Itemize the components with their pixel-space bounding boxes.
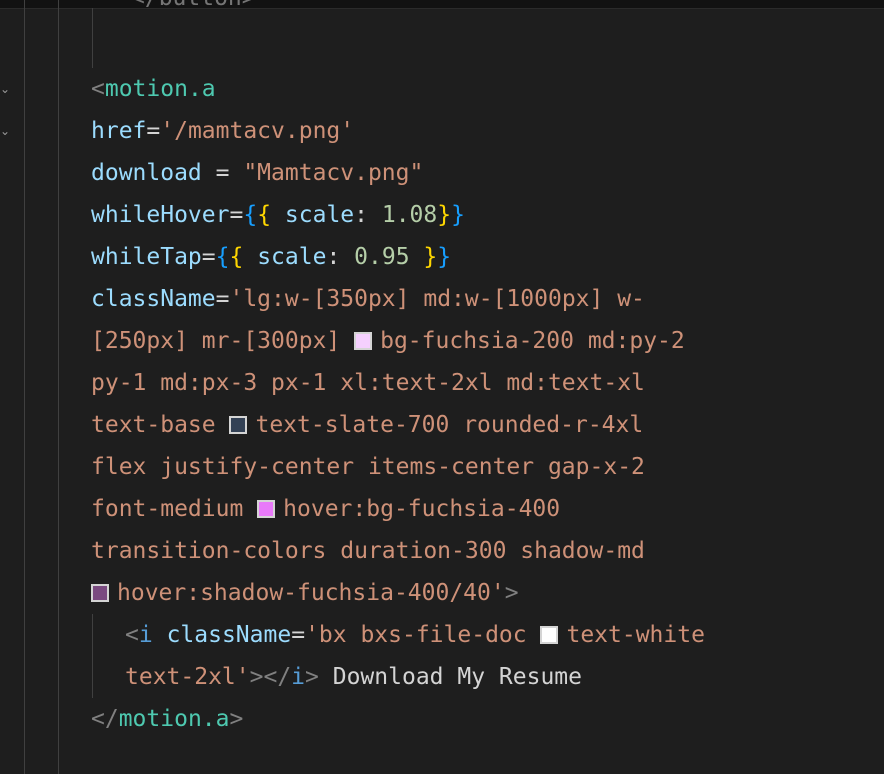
equals: = — [146, 118, 161, 144]
tag-bracket: </ — [91, 706, 119, 732]
code-line: flex justify-center items-center gap-x-2 — [0, 446, 884, 488]
string-value: transition-colors duration-300 shadow-md — [91, 538, 645, 564]
color-swatch-icon[interactable] — [257, 500, 276, 518]
code-line: [250px] mr-[300px] bg-fuchsia-200 md:py-… — [0, 320, 884, 362]
property-name: scale — [243, 244, 327, 270]
tag-name: i — [291, 664, 306, 690]
code-line: transition-colors duration-300 shadow-md — [0, 530, 884, 572]
code-line: py-1 md:px-3 px-1 xl:text-2xl md:text-xl — [0, 362, 884, 404]
tag-bracket: < — [125, 622, 139, 648]
equals: = — [291, 622, 306, 648]
jsx-text: Download My Resume — [318, 664, 582, 690]
brace: } — [437, 202, 452, 228]
string-value: bg-fuchsia-200 md:py-2 — [380, 328, 685, 354]
brace: } — [409, 244, 438, 270]
color-swatch-icon[interactable] — [91, 584, 109, 602]
code-line: text-2xl'></i> Download My Resume — [0, 656, 884, 698]
string-value: text-slate-700 rounded-r-4xl — [255, 412, 644, 438]
tag-bracket: < — [91, 76, 105, 102]
code-line: whileHover={{ scale: 1.08}} — [0, 194, 884, 236]
string-value: 'lg:w-[350px] md:w-[1000px] w- — [229, 286, 645, 312]
string-value: hover:bg-fuchsia-400 — [283, 496, 561, 522]
code-line: hover:shadow-fuchsia-400/40'> — [0, 572, 884, 614]
string-value: font-medium — [91, 496, 258, 522]
color-swatch-icon[interactable] — [229, 416, 248, 434]
code-line: whileTap={{ scale: 0.95 }} — [0, 236, 884, 278]
code-line: href='/mamtacv.png' — [0, 110, 884, 152]
brace: { — [257, 202, 272, 228]
property-name: scale — [271, 202, 355, 228]
string-value: 'bx bxs-file-doc — [305, 622, 541, 648]
tag-bracket: > — [229, 706, 244, 732]
tag-bracket: > — [305, 664, 319, 690]
attribute-name: className — [152, 622, 292, 648]
string-value: py-1 md:px-3 px-1 xl:text-2xl md:text-xl — [91, 370, 645, 396]
tag-bracket: > — [504, 580, 519, 606]
colon: : — [326, 244, 355, 270]
equals: = — [229, 202, 244, 228]
tag-name: motion.a — [118, 706, 230, 732]
code-line: text-base text-slate-700 rounded-r-4xl — [0, 404, 884, 446]
code-line: <i className='bx bxs-file-doc text-white — [0, 614, 884, 656]
color-swatch-icon[interactable] — [540, 626, 559, 644]
code-line: </motion.a> — [0, 698, 884, 740]
attribute-name: whileTap — [91, 244, 202, 270]
string-value: hover:shadow-fuchsia-400/40' — [117, 580, 505, 606]
code-line: <motion.a — [0, 68, 884, 110]
attribute-name: href — [91, 118, 147, 144]
brace: } — [437, 244, 452, 270]
partial-code-line: </button> — [131, 0, 256, 10]
indent-guide — [92, 8, 93, 68]
tag-bracket: ></ — [249, 664, 292, 690]
tag-name: motion.a — [104, 76, 216, 102]
attribute-name: download — [91, 160, 202, 186]
string-value: text-2xl' — [125, 664, 250, 690]
brace: } — [451, 202, 465, 228]
colon: : — [354, 202, 382, 228]
code-block: <motion.a href='/mamtacv.png' download =… — [0, 68, 884, 740]
tag-name: i — [138, 622, 153, 648]
brace: { — [215, 244, 230, 270]
equals: = — [201, 244, 216, 270]
string-value: '/mamtacv.png' — [160, 118, 355, 144]
attribute-name: className — [91, 286, 216, 312]
string-value: text-white — [566, 622, 705, 648]
brace: { — [229, 244, 244, 270]
code-line: download = "Mamtacv.png" — [0, 152, 884, 194]
code-line: font-medium hover:bg-fuchsia-400 — [0, 488, 884, 530]
color-swatch-icon[interactable] — [354, 332, 373, 350]
string-value: text-base — [91, 412, 230, 438]
code-line: className='lg:w-[350px] md:w-[1000px] w- — [0, 278, 884, 320]
equals: = — [215, 286, 230, 312]
string-value: "Mamtacv.png" — [243, 160, 424, 186]
code-editor[interactable]: </button> ⌄ ⌄ <motion.a href='/mamtacv.p… — [0, 0, 884, 774]
number-value: 0.95 — [354, 244, 410, 270]
attribute-name: whileHover — [91, 202, 230, 228]
equals: = — [201, 160, 244, 186]
brace: { — [243, 202, 258, 228]
string-value: flex justify-center items-center gap-x-2 — [91, 454, 645, 480]
number-value: 1.08 — [381, 202, 438, 228]
string-value: [250px] mr-[300px] — [91, 328, 355, 354]
